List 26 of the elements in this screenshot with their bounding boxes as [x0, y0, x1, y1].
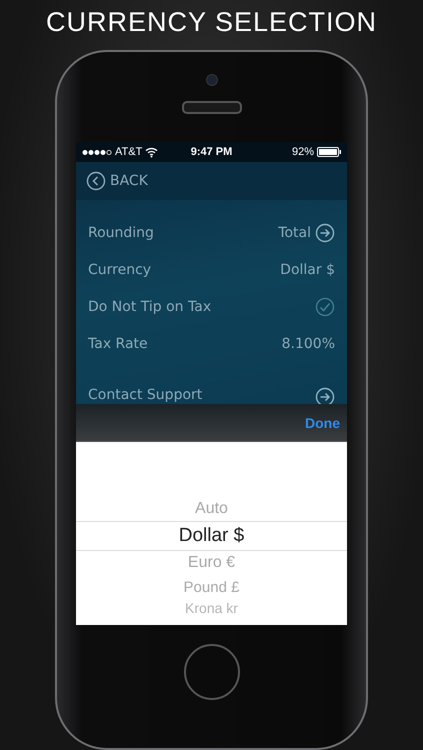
setting-value: 8.100% [282, 336, 335, 352]
picker-option[interactable]: Pound £ [76, 575, 347, 599]
setting-label[interactable]: Tax Rate [88, 336, 148, 352]
checkmark-circle-icon[interactable] [315, 296, 335, 316]
battery-icon [317, 147, 342, 157]
status-time: 9:47 PM [190, 146, 232, 158]
back-button[interactable]: BACK [86, 171, 148, 191]
arrow-circle-icon [315, 222, 335, 242]
back-icon [86, 171, 106, 191]
carrier-name: AT&T [115, 146, 142, 158]
signal-icon [82, 148, 112, 156]
page-heading: CURRENCY SELECTION [46, 6, 378, 38]
wifi-icon [145, 146, 158, 158]
battery-percent: 92% [292, 146, 314, 158]
camera-icon [206, 74, 218, 86]
setting-label[interactable]: Rounding [88, 224, 154, 240]
picker-option[interactable]: Euro € [76, 551, 347, 575]
setting-label[interactable]: Contact Support [88, 387, 202, 403]
picker-option[interactable]: Dollar $ [76, 521, 347, 551]
setting-label[interactable]: Currency [88, 262, 152, 278]
speaker-icon [182, 101, 242, 114]
setting-value: Total [278, 224, 311, 240]
setting-value: Dollar $ [280, 262, 335, 278]
setting-label[interactable]: Do Not Tip on Tax [88, 298, 212, 314]
picker-option[interactable]: Auto [76, 497, 347, 521]
done-button[interactable]: Done [305, 414, 340, 430]
